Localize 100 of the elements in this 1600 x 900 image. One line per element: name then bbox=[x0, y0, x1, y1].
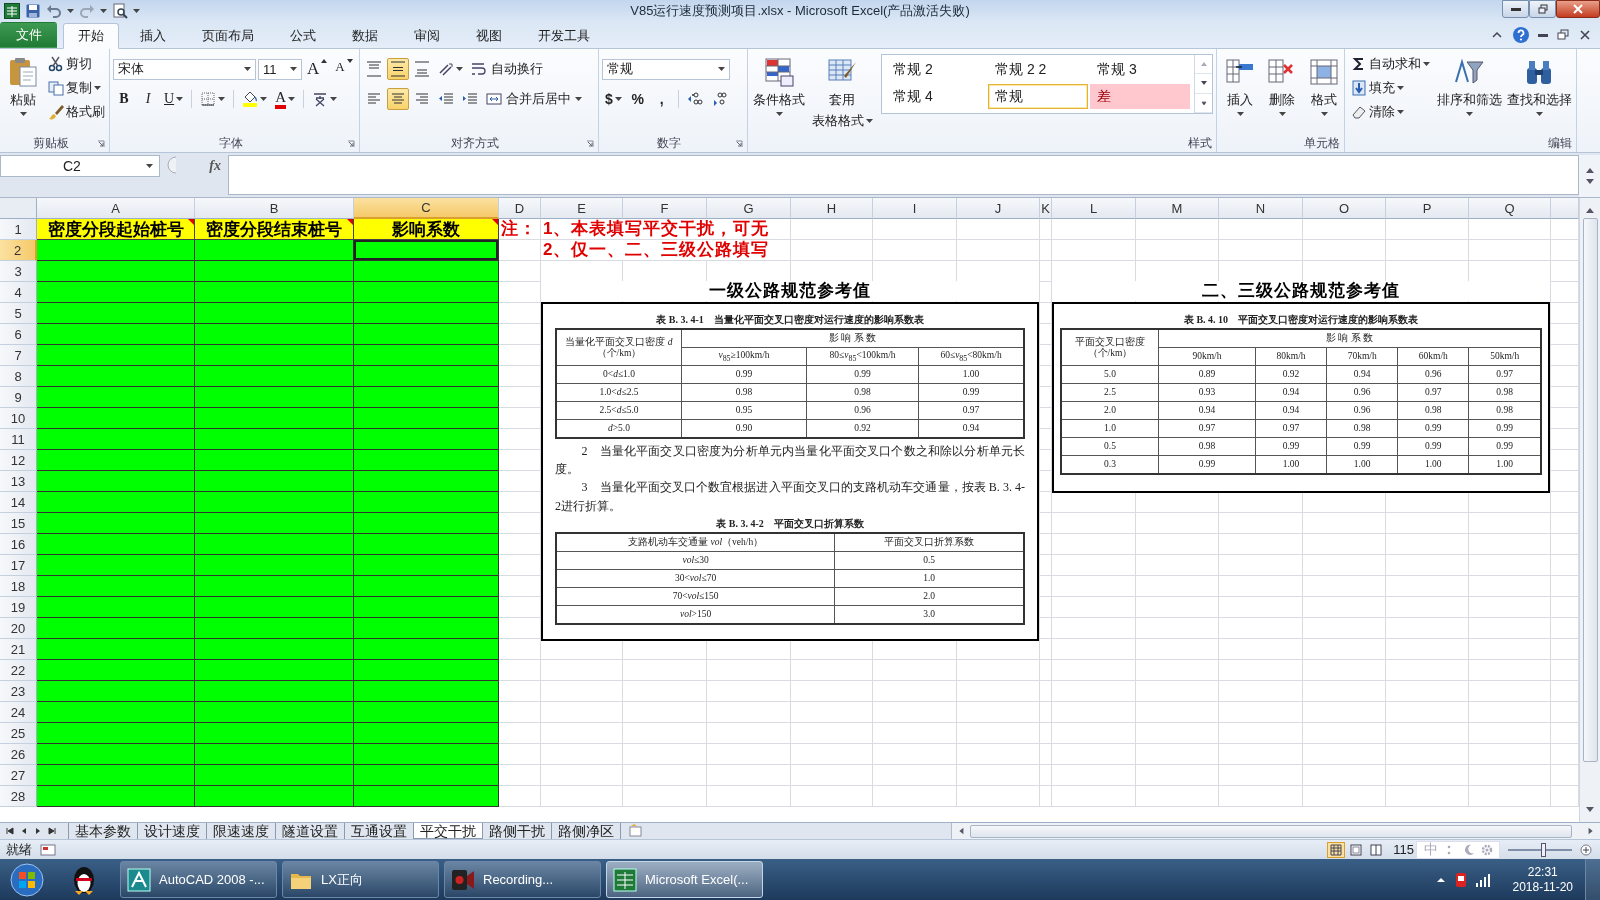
shrink-font-button[interactable]: A bbox=[332, 58, 356, 80]
font-color-button[interactable]: A bbox=[272, 88, 298, 110]
column-header[interactable]: G bbox=[707, 198, 791, 219]
cut-button[interactable]: 剪切 bbox=[45, 52, 108, 76]
column-header[interactable]: M bbox=[1136, 198, 1219, 219]
row-header[interactable]: 22 bbox=[0, 660, 37, 681]
cell-style-option[interactable]: 常规 2 2 bbox=[988, 57, 1088, 82]
column-header[interactable]: J bbox=[957, 198, 1040, 219]
column-header[interactable]: B bbox=[195, 198, 354, 219]
clock-date[interactable]: 2018-11-20 bbox=[1512, 879, 1573, 895]
cell-style-option[interactable]: 差 bbox=[1090, 84, 1190, 109]
table-header-cell: 80≤v$_{85}$<100km/h bbox=[806, 347, 919, 366]
column-header[interactable]: A bbox=[37, 198, 195, 219]
column-header[interactable]: H bbox=[791, 198, 873, 219]
find-select-button[interactable]: 查找和选择 bbox=[1505, 52, 1573, 134]
row-header[interactable]: 3 bbox=[0, 261, 37, 282]
row-header[interactable]: 28 bbox=[0, 786, 37, 807]
sheet-tab[interactable]: 平交干扰 bbox=[413, 823, 483, 839]
currency-button[interactable]: $ bbox=[602, 88, 625, 110]
delete-button[interactable]: 删除 bbox=[1262, 52, 1302, 134]
row-header[interactable]: 11 bbox=[0, 429, 37, 450]
paste-button[interactable]: 粘贴 bbox=[3, 52, 43, 134]
row-header[interactable]: 4 bbox=[0, 282, 37, 303]
taskbar-button[interactable]: AutoCAD 2008 -... bbox=[120, 861, 277, 898]
format-painter-button[interactable]: 格式刷 bbox=[45, 100, 108, 124]
format-as-table-button[interactable]: 套用 表格格式 bbox=[809, 52, 875, 134]
ribbon-tab[interactable]: 视图 bbox=[461, 24, 517, 48]
row-header[interactable]: 17 bbox=[0, 555, 37, 576]
row-header[interactable]: 1 bbox=[0, 219, 37, 240]
column-header[interactable]: E bbox=[541, 198, 623, 219]
row-header[interactable]: 19 bbox=[0, 597, 37, 618]
column-header[interactable]: O bbox=[1303, 198, 1386, 219]
row-header[interactable]: 10 bbox=[0, 408, 37, 429]
number-format-field[interactable]: 常规 bbox=[602, 58, 730, 80]
clear-button[interactable]: 清除 bbox=[1348, 100, 1433, 124]
taskbar-button[interactable]: Microsoft Excel(... bbox=[606, 861, 763, 898]
file-menu-tab[interactable]: 文件 bbox=[0, 22, 57, 48]
cell-style-option[interactable]: 常规 4 bbox=[886, 84, 986, 109]
row-header[interactable]: 18 bbox=[0, 576, 37, 597]
ribbon-tab[interactable]: 公式 bbox=[275, 24, 331, 48]
ribbon-tab[interactable]: 插入 bbox=[125, 24, 181, 48]
percent-button[interactable]: % bbox=[626, 88, 649, 110]
row-header[interactable]: 15 bbox=[0, 513, 37, 534]
taskbar-button[interactable]: LX正向 bbox=[282, 861, 439, 898]
cell-style-option[interactable]: 常规 bbox=[988, 84, 1088, 109]
column-header[interactable]: K bbox=[1040, 198, 1052, 219]
format-button[interactable]: 格式 bbox=[1304, 52, 1344, 134]
row-header[interactable]: 7 bbox=[0, 345, 37, 366]
merge-center-button[interactable]: 合并后居中 bbox=[483, 88, 585, 110]
row-header[interactable]: 13 bbox=[0, 471, 37, 492]
grow-font-button[interactable]: A bbox=[304, 58, 331, 80]
sort-filter-button[interactable]: 排序和筛选 bbox=[1435, 52, 1503, 134]
underline-button[interactable]: U bbox=[161, 88, 187, 110]
row-header[interactable]: 12 bbox=[0, 450, 37, 471]
column-header[interactable]: L bbox=[1052, 198, 1136, 219]
copy-button[interactable]: 复制 bbox=[45, 76, 108, 100]
cell-style-option[interactable]: 常规 3 bbox=[1090, 57, 1190, 82]
column-header[interactable]: D bbox=[499, 198, 541, 219]
row-header[interactable]: 24 bbox=[0, 702, 37, 723]
ribbon-tab[interactable]: 开始 bbox=[63, 23, 119, 49]
row-header[interactable]: 8 bbox=[0, 366, 37, 387]
column-header[interactable]: I bbox=[873, 198, 957, 219]
row-header[interactable]: 20 bbox=[0, 618, 37, 639]
column-header[interactable]: N bbox=[1219, 198, 1303, 219]
row-header[interactable]: 27 bbox=[0, 765, 37, 786]
row-header[interactable]: 6 bbox=[0, 324, 37, 345]
cell-style-option[interactable]: 常规 2 bbox=[886, 57, 986, 82]
taskbar-button[interactable]: Recording... bbox=[444, 861, 601, 898]
row-header[interactable]: 21 bbox=[0, 639, 37, 660]
row-header[interactable]: 14 bbox=[0, 492, 37, 513]
conditional-formatting-button[interactable]: 条件格式 bbox=[751, 52, 808, 134]
italic-button[interactable]: I bbox=[137, 88, 159, 110]
font-size-field[interactable]: 11 bbox=[258, 58, 302, 80]
insert-function-button[interactable]: fx bbox=[178, 155, 228, 177]
row-header[interactable]: 2 bbox=[0, 240, 37, 261]
ribbon-tab[interactable]: 审阅 bbox=[399, 24, 455, 48]
row-header[interactable]: 26 bbox=[0, 744, 37, 765]
ribbon-tab[interactable]: 数据 bbox=[337, 24, 393, 48]
bold-button[interactable]: B bbox=[113, 88, 135, 110]
fill-button[interactable]: 填充 bbox=[1348, 76, 1433, 100]
column-header[interactable]: Q bbox=[1469, 198, 1551, 219]
table-header-cell: 80km/h bbox=[1255, 347, 1327, 366]
name-box[interactable]: C2 bbox=[0, 155, 160, 177]
wrap-text-button[interactable]: 自动换行 bbox=[468, 58, 546, 80]
font-name-field[interactable]: 宋体 bbox=[113, 58, 256, 80]
column-header[interactable]: F bbox=[623, 198, 707, 219]
zoom-level[interactable]: 115 bbox=[1393, 842, 1414, 857]
ribbon-tab[interactable]: 页面布局 bbox=[187, 24, 269, 48]
row-header[interactable]: 16 bbox=[0, 534, 37, 555]
row-header[interactable]: 5 bbox=[0, 303, 37, 324]
comma-button[interactable]: , bbox=[650, 88, 673, 110]
row-header[interactable]: 9 bbox=[0, 387, 37, 408]
row-header[interactable]: 23 bbox=[0, 681, 37, 702]
row-header[interactable]: 25 bbox=[0, 723, 37, 744]
insert-button[interactable]: 插入 bbox=[1220, 52, 1260, 134]
autosum-button[interactable]: 自动求和 bbox=[1348, 52, 1433, 76]
column-header[interactable]: P bbox=[1386, 198, 1469, 219]
clock-time[interactable]: 22:31 bbox=[1527, 864, 1558, 880]
ribbon-tab[interactable]: 开发工具 bbox=[523, 24, 605, 48]
column-header[interactable]: C bbox=[354, 198, 499, 219]
